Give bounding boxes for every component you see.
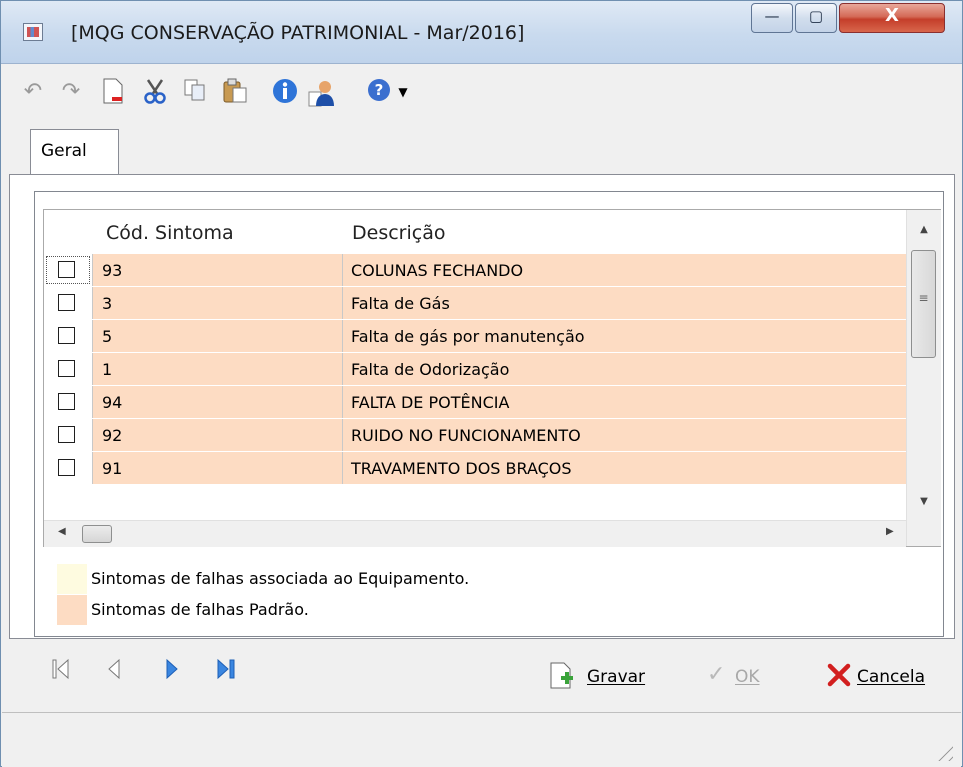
row-checkbox[interactable] [58,459,75,476]
legend-swatch-equipment [57,564,87,594]
maximize-button[interactable]: ▢ [795,3,837,33]
export-icon[interactable]: ↷ [57,78,85,106]
user-icon[interactable] [307,78,335,107]
toolbar: ↶ ↷ ? ▼ [1,64,962,116]
title-bar[interactable]: [MQG CONSERVAÇÃO PATRIMONIAL - Mar/2016]… [1,1,962,64]
first-record-icon [52,658,69,680]
vertical-scroll-thumb[interactable]: ≡ [911,250,936,358]
tab-label: Geral [41,141,87,161]
table-row[interactable]: 91 TRAVAMENTO DOS BRAÇOS [44,452,906,485]
row-checkbox[interactable] [58,426,75,443]
svg-text:?: ? [375,81,384,99]
previous-record-button[interactable] [105,656,123,686]
cell-code: 91 [102,459,123,478]
copy-icon[interactable] [181,78,209,106]
cell-description: TRAVAMENTO DOS BRAÇOS [351,459,572,478]
app-icon [23,23,43,41]
checkmark-icon: ✓ [707,662,726,687]
last-record-icon [217,658,235,680]
first-record-button[interactable] [51,656,71,686]
save-icon [550,662,573,689]
table-row[interactable]: 93 COLUNAS FECHANDO [44,254,906,287]
grid-header: Cód. Sintoma Descrição [44,210,906,254]
resize-grip-icon[interactable] [933,741,953,761]
cell-description: Falta de gás por manutenção [351,327,585,346]
close-icon: X [885,5,899,26]
legend-equipment: Sintomas de falhas associada ao Equipame… [57,564,707,594]
last-record-button[interactable] [215,656,239,686]
maximize-icon: ▢ [808,7,824,25]
column-header-description[interactable]: Descrição [352,222,445,244]
new-document-icon[interactable] [99,78,127,106]
table-row[interactable]: 94 FALTA DE POTÊNCIA [44,386,906,419]
row-checkbox[interactable] [58,393,75,410]
import-icon[interactable]: ↶ [19,78,47,106]
status-bar [2,712,961,767]
tab-geral[interactable]: Geral [30,129,119,175]
cell-code: 3 [102,294,113,313]
horizontal-scroll-thumb[interactable] [82,525,112,543]
cell-code: 94 [102,393,123,412]
cell-description: FALTA DE POTÊNCIA [351,393,510,412]
table-row[interactable]: 3 Falta de Gás [44,287,906,320]
close-button[interactable]: X [839,3,945,33]
window: [MQG CONSERVAÇÃO PATRIMONIAL - Mar/2016]… [0,0,963,767]
cut-icon[interactable] [141,78,169,106]
symptoms-grid: Cód. Sintoma Descrição 93 COLUNAS FECHAN… [43,209,941,547]
paste-icon[interactable] [221,78,249,106]
table-row[interactable]: 1 Falta de Odorização [44,353,906,386]
scroll-down-arrow-icon[interactable]: ▼ [907,496,941,507]
scroll-left-arrow-icon[interactable]: ◀ [58,526,66,537]
next-record-button[interactable] [163,656,181,686]
window-title: [MQG CONSERVAÇÃO PATRIMONIAL - Mar/2016] [71,22,525,44]
row-checkbox[interactable] [58,294,75,311]
horizontal-scrollbar[interactable]: ◀ ▶ [44,520,906,547]
scroll-up-arrow-icon[interactable]: ▲ [907,224,941,235]
next-record-icon [166,658,178,680]
cell-code: 92 [102,426,123,445]
cancel-label: Cancela [857,667,926,687]
cell-description: Falta de Gás [351,294,450,313]
legend-label-equipment: Sintomas de falhas associada ao Equipame… [91,569,470,588]
legend-swatch-default [57,595,87,625]
cell-description: Falta de Odorização [351,360,510,379]
minimize-button[interactable]: — [751,3,793,33]
dropdown-arrow-icon[interactable]: ▼ [389,78,417,106]
save-label: Gravar [587,667,646,687]
cell-description: COLUNAS FECHANDO [351,261,524,280]
cancel-icon [827,663,851,687]
table-row[interactable]: 5 Falta de gás por manutenção [44,320,906,353]
ok-label: OK [735,667,760,687]
row-checkbox[interactable] [58,360,75,377]
legend-label-default: Sintomas de falhas Padrão. [91,600,309,619]
info-icon[interactable] [271,78,299,106]
row-checkbox[interactable] [58,327,75,344]
table-row[interactable]: 92 RUIDO NO FUNCIONAMENTO [44,419,906,452]
scroll-right-arrow-icon[interactable]: ▶ [886,526,894,537]
column-header-code[interactable]: Cód. Sintoma [106,222,234,244]
cell-code: 93 [102,261,123,280]
row-checkbox[interactable] [58,261,75,278]
cell-code: 1 [102,360,113,379]
legend-default: Sintomas de falhas Padrão. [57,595,707,625]
minimize-icon: — [764,7,780,25]
cell-code: 5 [102,327,113,346]
cell-description: RUIDO NO FUNCIONAMENTO [351,426,581,445]
vertical-scrollbar[interactable]: ▲ ≡ ▼ [906,210,941,546]
previous-record-icon [108,658,120,680]
